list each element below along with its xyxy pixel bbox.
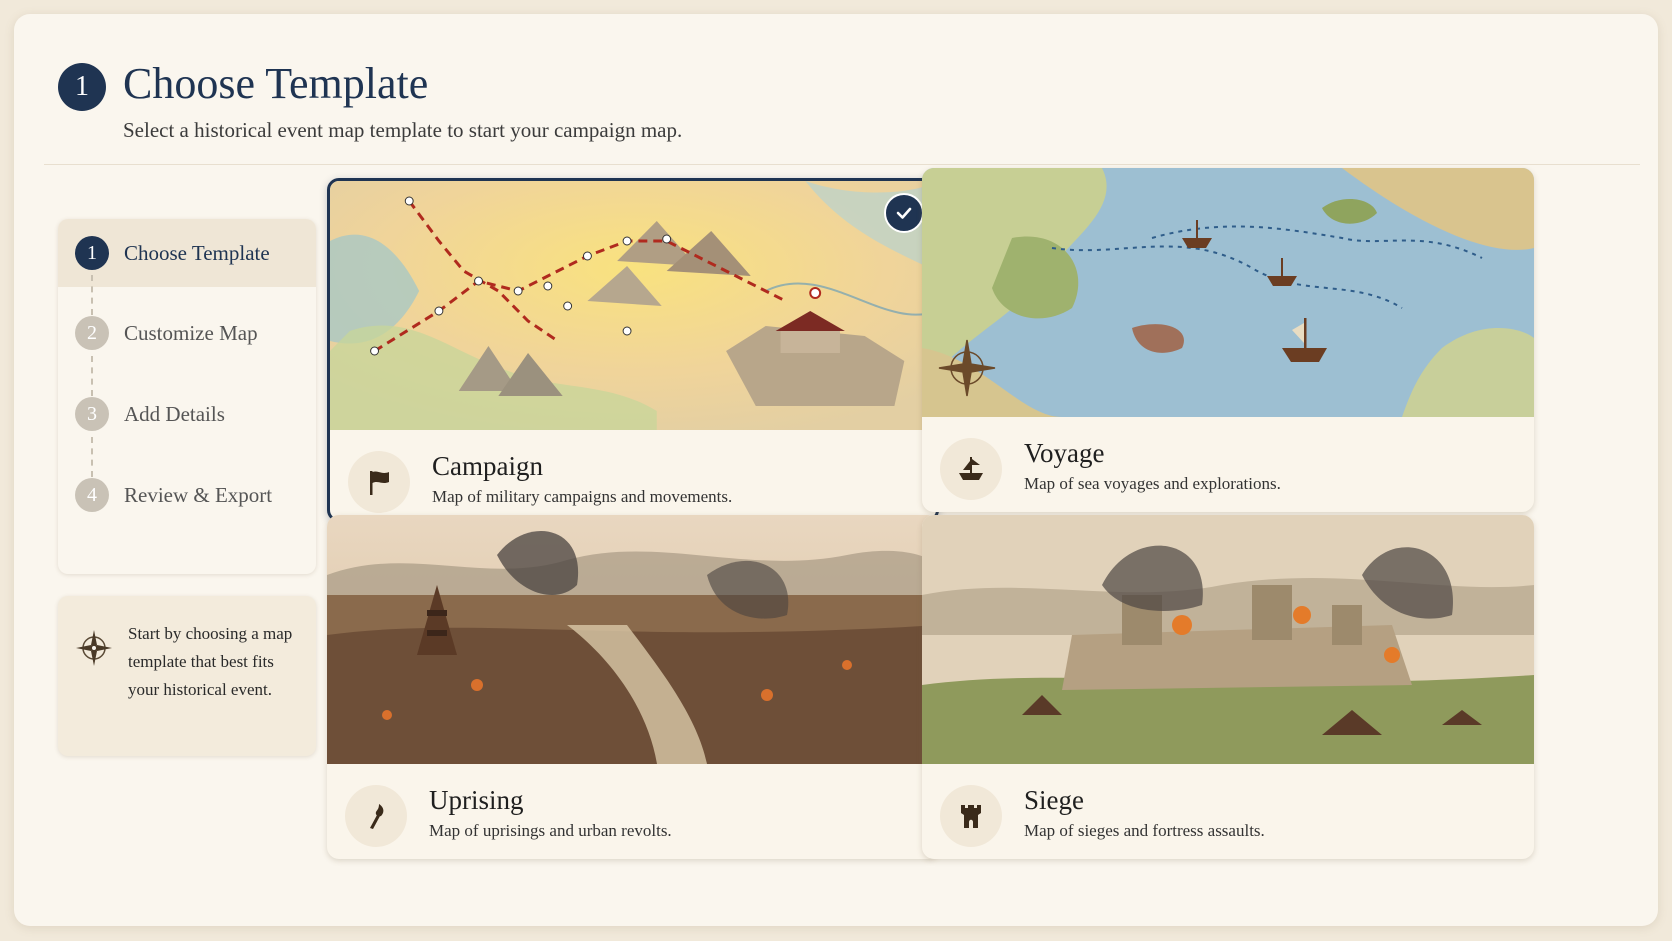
main-panel: 1 Choose Template Select a historical ev… [14, 14, 1658, 926]
compass-rose-icon [74, 628, 114, 668]
flag-icon [348, 451, 410, 513]
template-title: Voyage [1024, 438, 1105, 468]
tip-text: Start by choosing a map template that be… [128, 624, 293, 699]
tip-box: Start by choosing a map template that be… [58, 596, 316, 756]
page-subtitle: Select a historical event map template t… [123, 118, 683, 142]
step-label: Review & Export [124, 482, 273, 507]
template-title: Uprising [429, 785, 524, 815]
torch-icon [345, 785, 407, 847]
template-description: Map of military campaigns and movements. [432, 487, 733, 506]
step-label: Choose Template [124, 240, 270, 265]
voyage-map-illustration [922, 168, 1534, 417]
step-label: Customize Map [124, 320, 258, 345]
step-customize-map[interactable]: 2 Customize Map [58, 299, 316, 367]
uprising-illustration [327, 515, 939, 764]
ship-icon [940, 438, 1002, 500]
template-title: Campaign [432, 451, 543, 481]
wizard-stepper: 1 Choose Template 2 Customize Map 3 Add … [58, 219, 316, 574]
template-title: Siege [1024, 785, 1084, 815]
template-card-siege[interactable]: Siege Map of sieges and fortress assault… [922, 515, 1534, 859]
template-card-campaign[interactable]: Campaign Map of military campaigns and m… [327, 178, 939, 522]
campaign-map-illustration [330, 181, 936, 430]
template-card-voyage[interactable]: Voyage Map of sea voyages and exploratio… [922, 168, 1534, 512]
template-description: Map of sieges and fortress assaults. [1024, 821, 1265, 840]
step-label: Add Details [124, 401, 225, 426]
selected-check-icon [884, 193, 924, 233]
step-review-export[interactable]: 4 Review & Export [58, 461, 316, 529]
current-step-badge: 1 [58, 63, 106, 111]
template-card-uprising[interactable]: Uprising Map of uprisings and urban revo… [327, 515, 939, 859]
tower-icon [940, 785, 1002, 847]
step-number: 3 [75, 397, 109, 431]
template-description: Map of sea voyages and explorations. [1024, 474, 1281, 493]
step-number: 1 [75, 236, 109, 270]
template-description: Map of uprisings and urban revolts. [429, 821, 672, 840]
header-divider [44, 164, 1640, 165]
step-number: 4 [75, 478, 109, 512]
step-choose-template[interactable]: 1 Choose Template [58, 219, 316, 287]
siege-illustration [922, 515, 1534, 764]
step-add-details[interactable]: 3 Add Details [58, 380, 316, 448]
step-number: 2 [75, 316, 109, 350]
page-title: Choose Template [123, 59, 429, 108]
